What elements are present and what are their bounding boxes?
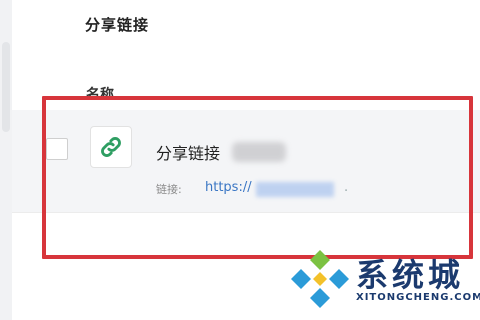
column-header-name: 名称 [86, 87, 114, 96]
scrollbar-thumb[interactable] [2, 42, 10, 132]
watermark-text: 系统城 [356, 256, 465, 294]
watermark-url: XITONGCHENG.COM [356, 292, 480, 303]
sidebar-scrollbar[interactable] [0, 0, 12, 320]
watermark-logo [289, 248, 351, 314]
section-title: 分享链接 [85, 16, 150, 34]
highlight-annotation [42, 96, 473, 259]
